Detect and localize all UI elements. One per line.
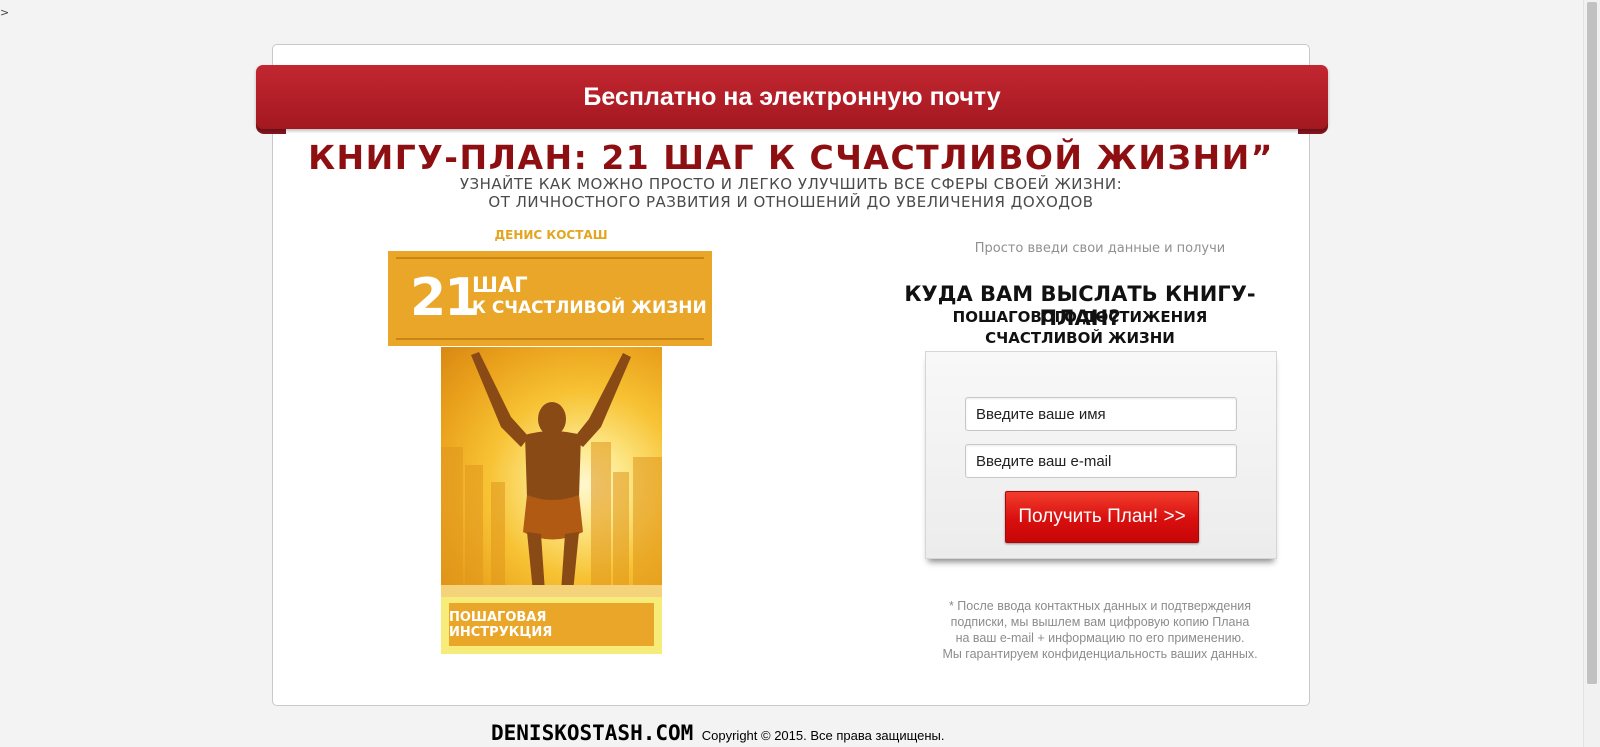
cover-photo-illustration (441, 352, 662, 597)
book-author: ДЕНИС КОСТАШ (494, 228, 608, 242)
cover-photo-woman-sunrise (441, 347, 662, 597)
footer-brand: DENISKOSTASH.COM (491, 721, 694, 745)
scrollbar-thumb[interactable] (1587, 2, 1597, 684)
disclaimer-line-3: на ваш e-mail + информацию по его примен… (955, 631, 1245, 645)
form-subheading-line-1: ПОШАГОВОГО ДОСТИЖЕНИЯ (952, 308, 1208, 326)
cover-subtitle: К СЧАСТЛИВОЙ ЖИЗНИ (472, 298, 707, 318)
cover-rule-top (396, 257, 704, 259)
banner-ribbon: Бесплатно на электронную почту (256, 65, 1328, 129)
cover-footer-plate: ПОШАГОВАЯ ИНСТРУКЦИЯ (449, 603, 654, 646)
disclaimer-line-4: Мы гарантируем конфиденциальность ваших … (942, 647, 1258, 661)
vertical-scrollbar[interactable] (1583, 0, 1600, 747)
email-input[interactable] (965, 444, 1237, 478)
privacy-disclaimer: * После ввода контактных данных и подтве… (920, 598, 1280, 662)
get-plan-button[interactable]: Получить План! >> (1005, 491, 1199, 543)
stray-text-mark: > (0, 6, 10, 19)
disclaimer-line-2: подписки, мы вышлем вам цифровую копию П… (950, 615, 1250, 629)
footer-copyright: Copyright © 2015. Все права защищены. (701, 728, 945, 743)
disclaimer-line-1: * После ввода контактных данных и подтве… (948, 599, 1252, 613)
cover-word: ШАГ (472, 273, 528, 297)
headline-subtitle-line-2: ОТ ЛИЧНОСТНОГО РАЗВИТИЯ И ОТНОШЕНИЙ ДО У… (488, 193, 1094, 211)
form-subheading-line-2: СЧАСТЛИВОЙ ЖИЗНИ (985, 329, 1175, 347)
form-intro-text: Просто введи свои данные и получи (974, 241, 1226, 256)
banner-title: Бесплатно на электронную почту (583, 83, 1001, 111)
page-footer: DENISKOSTASH.COM Copyright © 2015. Все п… (491, 721, 945, 745)
headline-subtitle-line-1: УЗНАЙТЕ КАК МОЖНО ПРОСТО И ЛЕГКО УЛУЧШИТ… (459, 175, 1123, 193)
book-cover-footer: ПОШАГОВАЯ ИНСТРУКЦИЯ (441, 597, 662, 654)
book-title-heading: КНИГУ-ПЛАН: 21 ШАГ К СЧАСТЛИВОЙ ЖИЗНИ” (308, 138, 1274, 177)
signup-form: Получить План! >> (925, 351, 1277, 559)
name-input[interactable] (965, 397, 1237, 431)
book-cover-header: 21 ШАГ К СЧАСТЛИВОЙ ЖИЗНИ (388, 251, 712, 346)
cover-number: 21 (410, 268, 480, 328)
cover-footer-label: ПОШАГОВАЯ ИНСТРУКЦИЯ (449, 609, 553, 640)
cover-rule-bottom (396, 338, 704, 340)
